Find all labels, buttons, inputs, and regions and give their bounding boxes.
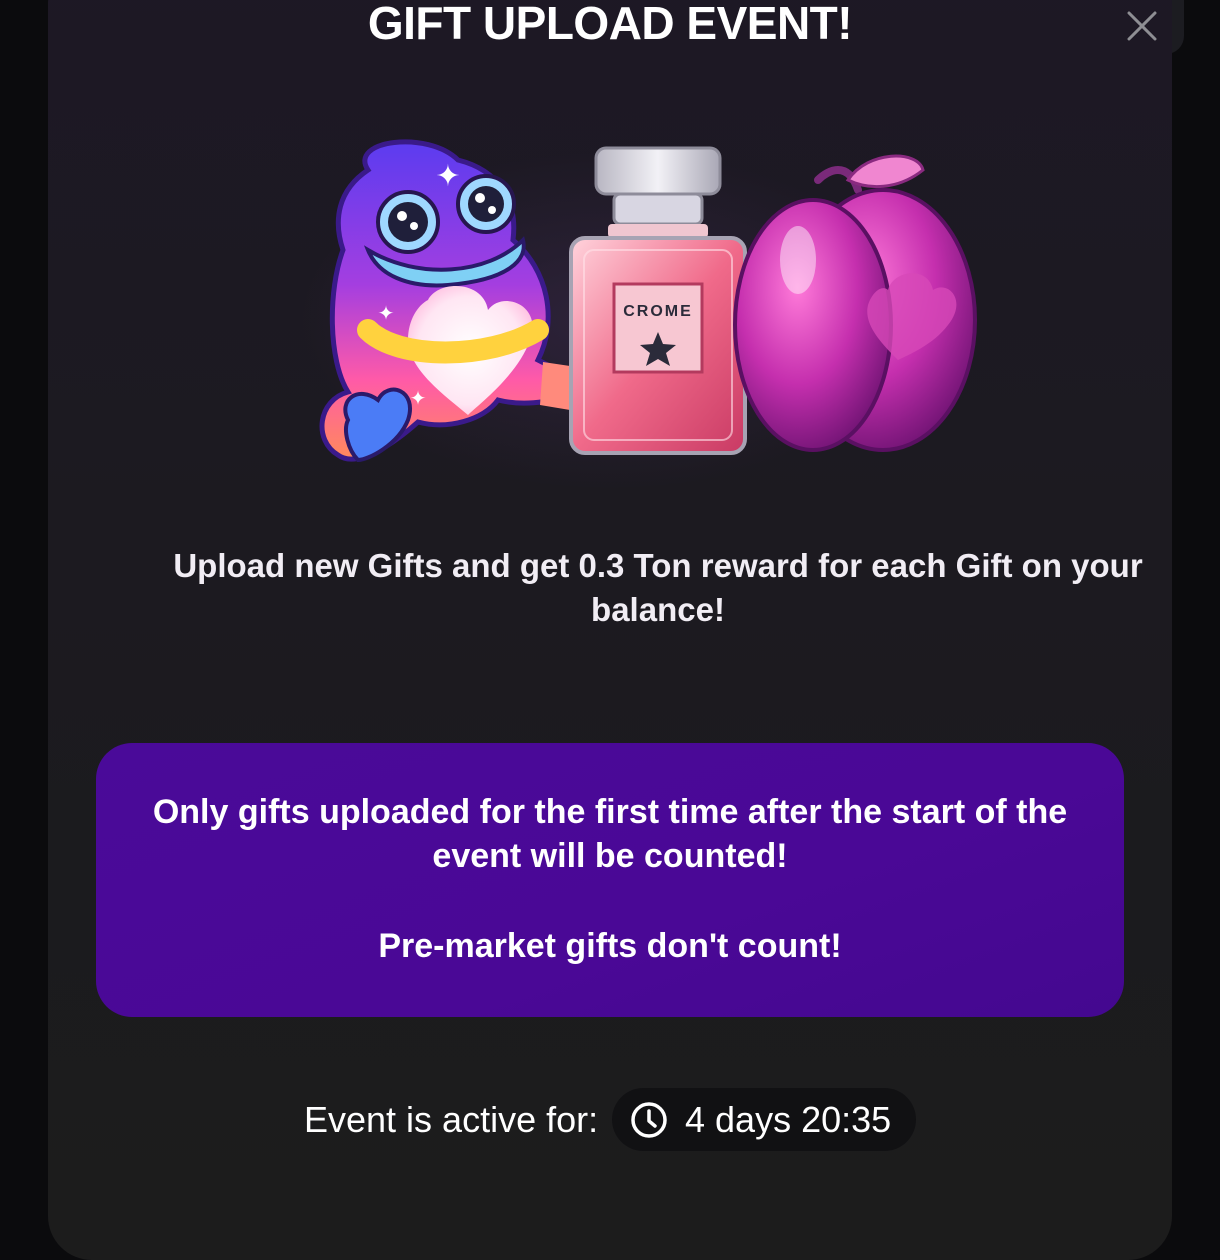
svg-text:✦: ✦ [410,388,427,410]
perfume-label: CROME [623,303,693,320]
perfume-gift-icon: CROME [569,146,747,455]
timer-label: Event is active for: [304,1099,599,1140]
clock-icon [631,1102,667,1138]
event-notice-card: Only gifts uploaded for the first time a… [96,743,1124,1017]
modal-title: GIFT UPLOAD EVENT! [367,0,853,49]
hero-gifts-illustration: ✦ ✦ ✦ CROME [308,130,988,480]
close-icon [1127,11,1157,41]
notice-premarket-text: Pre-market gifts don't count! [378,927,842,965]
notice-first-upload-text: Only gifts uploaded for the first time a… [152,793,1068,875]
close-button[interactable] [1126,10,1158,42]
event-description: Upload new Gifts and get 0.3 Ton reward … [173,547,1143,628]
svg-text:✦: ✦ [435,160,460,193]
plum-gift-icon [733,154,977,452]
timer-pill: 4 days 20:35 [612,1088,916,1151]
event-timer-row: Event is active for: 4 days 20:35 [0,1088,1220,1152]
frog-gift-icon: ✦ ✦ ✦ [319,139,577,463]
gift-upload-event-modal: GIFT UPLOAD EVENT! ✦ ✦ ✦ CROME Upload ne… [48,0,1172,1260]
timer-value: 4 days 20:35 [685,1099,892,1140]
svg-text:✦: ✦ [378,303,395,325]
